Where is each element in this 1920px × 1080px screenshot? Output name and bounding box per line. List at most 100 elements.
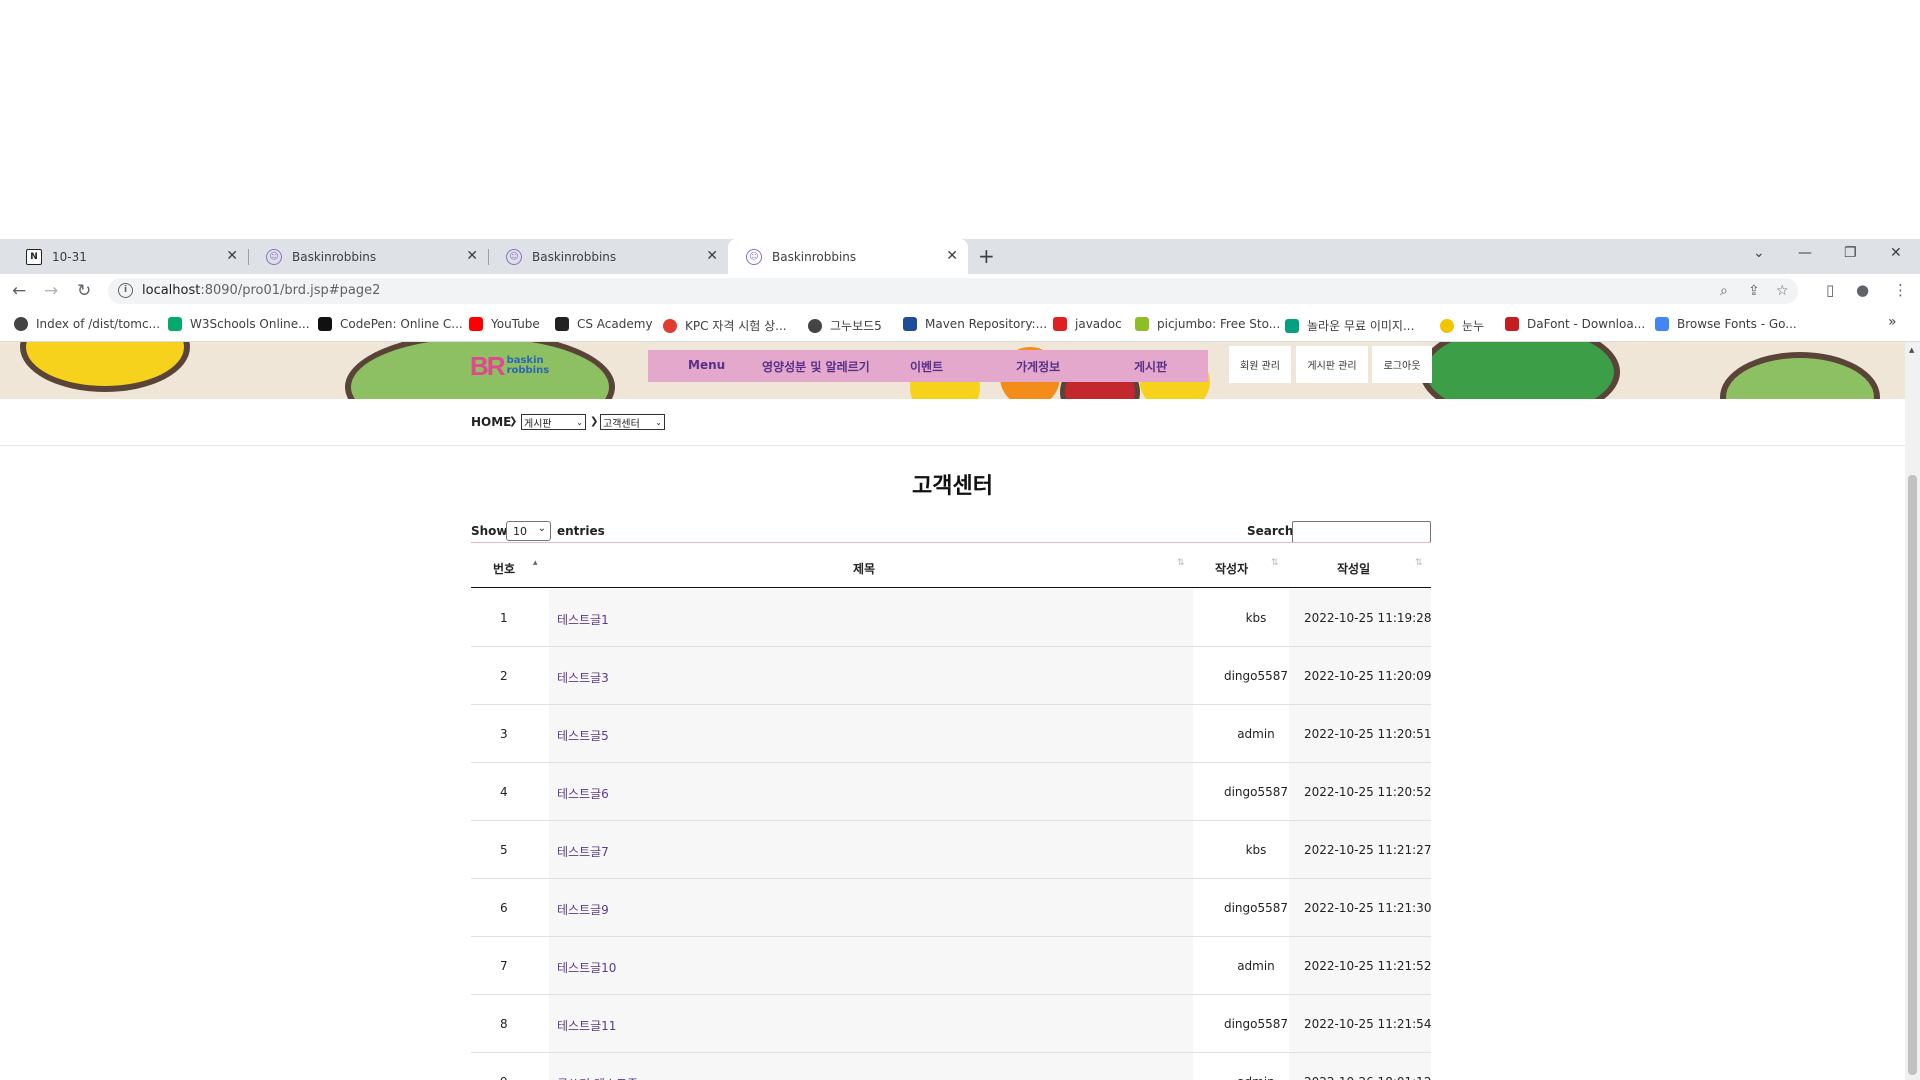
post-title-link[interactable]: 테스트글1 [557,611,609,628]
side-panel-icon[interactable]: ▯ [1826,281,1834,299]
forward-arrow-icon[interactable]: → [44,281,58,301]
cell-date: 2022-10-25 11:21:27 [1304,843,1432,857]
scrollbar-thumb[interactable] [1908,475,1917,1075]
tab-4-active[interactable]: ☺ Baskinrobbins ✕ [728,239,968,274]
post-title-link[interactable]: 테스트글10 [557,959,616,976]
post-title-link[interactable]: 글쓰기 테스트중 [557,1075,638,1080]
bookmark-item[interactable]: 놀라운 무료 이미지... [1285,317,1414,334]
post-title-link[interactable]: 테스트글5 [557,727,609,744]
url-text[interactable]: localhost:8090/pro01/brd.jsp#page2 [142,283,380,298]
post-title-link[interactable]: 테스트글9 [557,901,609,918]
close-icon[interactable]: ✕ [466,248,478,264]
table-row[interactable]: 9 글쓰기 테스트중 admin2022-10-26 18:01:12 [471,1053,1431,1080]
cell-author: dingo5587 [1223,669,1289,683]
zoom-icon[interactable]: ⌕ [1720,283,1728,299]
entries-select[interactable]: 10 ⌄ [506,521,551,541]
show-label: Show [471,524,508,538]
nav-menu[interactable]: Menu [688,358,725,372]
bookmark-item[interactable]: javadoc [1053,317,1122,331]
bookmark-item[interactable]: Browse Fonts - Go... [1655,317,1797,331]
board-admin-button[interactable]: 게시판 관리 [1296,346,1368,383]
restore-icon[interactable]: ❐ [1844,245,1857,261]
share-icon[interactable]: ⇪ [1748,283,1760,299]
globe-icon [808,318,822,333]
cs-academy-icon [555,317,569,331]
bookmark-item[interactable]: KPC 자격 시험 상... [663,317,787,334]
br-icon: ☺ [746,248,762,265]
baskinrobbins-logo[interactable]: BR baskin robbins [470,348,570,384]
post-title-link[interactable]: 테스트글7 [557,843,609,860]
tab-1[interactable]: N 10-31 ✕ [8,239,249,274]
menu-kebab-icon[interactable]: ⋮ [1893,281,1908,299]
table-row[interactable]: 4 테스트글6 dingo5587 2022-10-25 11:20:52 [471,763,1431,821]
close-icon[interactable]: ✕ [946,248,958,264]
cell-author: dingo5587 [1223,1017,1289,1031]
javadoc-icon [1053,317,1067,331]
minimize-icon[interactable]: — [1798,245,1812,261]
back-arrow-icon[interactable]: ← [12,281,26,301]
reload-icon[interactable]: ↻ [77,281,91,301]
cell-number: 8 [500,1017,508,1031]
bookmark-item[interactable]: W3Schools Online... [168,317,310,331]
cell-author: kbs [1245,843,1267,857]
window-close-icon[interactable]: ✕ [1890,245,1902,261]
bookmark-star-icon[interactable]: ☆ [1776,283,1789,299]
cell-author: dingo5587 [1223,785,1289,799]
new-tab-plus-icon[interactable]: + [978,244,995,268]
column-header-title[interactable]: 제목 [853,560,875,577]
tab-search-chevron-icon[interactable]: ⌄ [1753,245,1765,261]
table-row[interactable]: 5 테스트글7 kbs 2022-10-25 11:21:27 [471,821,1431,879]
cell-author: dingo5587 [1223,901,1289,915]
tab-3[interactable]: ☺ Baskinrobbins ✕ [488,239,728,274]
cell-date: 2022-10-25 11:20:51 [1304,727,1432,741]
address-bar[interactable]: i localhost:8090/pro01/brd.jsp#page2 ⌕ ⇪… [108,278,1798,304]
close-icon[interactable]: ✕ [706,248,718,264]
column-header-author[interactable]: 작성자 [1215,560,1248,577]
nav-store-info[interactable]: 가게정보 [1016,358,1060,375]
title-cell-bg [549,879,1193,936]
title-cell-bg [549,821,1193,878]
nav-event[interactable]: 이벤트 [910,358,943,375]
table-row[interactable]: 1 테스트글1 kbs 2022-10-25 11:19:28 [471,589,1431,647]
scroll-up-arrow-icon[interactable]: ▲ [1909,346,1914,354]
bookmark-item[interactable]: YouTube [469,317,540,331]
bookmark-item[interactable]: 그누보드5 [808,317,882,334]
bookmark-item[interactable]: DaFont - Downloa... [1505,317,1645,331]
column-header-date[interactable]: 작성일 [1337,560,1370,577]
table-row[interactable]: 7 테스트글10 admin 2022-10-25 11:21:52 [471,937,1431,995]
table-row[interactable]: 6 테스트글9 dingo5587 2022-10-25 11:21:30 [471,879,1431,937]
bookmark-item[interactable]: Maven Repository:... [903,317,1047,331]
br-icon: ☺ [506,248,522,265]
bookmark-item[interactable]: CodePen: Online C... [318,317,463,331]
profile-avatar-icon[interactable]: ● [1856,281,1869,299]
table-row[interactable]: 8 테스트글11 dingo5587 2022-10-25 11:21:54 [471,995,1431,1053]
close-icon[interactable]: ✕ [226,248,238,264]
page-scrollbar[interactable]: ▲ [1905,342,1920,1080]
decor-shape [1420,342,1620,399]
nav-board[interactable]: 게시판 [1134,358,1167,375]
column-header-number[interactable]: 번호 [493,560,515,577]
breadcrumb-select-customer-center[interactable]: 고객센터 ⌄ [600,414,665,430]
breadcrumb-home[interactable]: HOME [471,415,511,429]
logo-mark: BR [470,350,506,381]
more-bookmarks-icon[interactable]: » [1888,314,1897,330]
site-info-icon[interactable]: i [118,283,133,298]
tab-title: Baskinrobbins [292,249,377,264]
post-title-link[interactable]: 테스트글11 [557,1017,616,1034]
breadcrumb-select-board[interactable]: 게시판 ⌄ [521,414,586,430]
codepen-icon [318,317,332,331]
table-row[interactable]: 3 테스트글5 admin 2022-10-25 11:20:51 [471,705,1431,763]
member-admin-button[interactable]: 회원 관리 [1229,346,1291,383]
logout-button[interactable]: 로그아웃 [1372,346,1432,383]
bookmark-item[interactable]: Index of /dist/tomc... [14,317,160,331]
bookmark-item[interactable]: 눈누 [1440,317,1484,334]
table-row[interactable]: 2 테스트글3 dingo5587 2022-10-25 11:20:09 [471,647,1431,705]
post-title-link[interactable]: 테스트글6 [557,785,609,802]
search-input[interactable] [1292,521,1431,543]
cell-author: admin [1206,1075,1306,1080]
nav-nutrition[interactable]: 영양성분 및 알레르기 [762,358,870,375]
bookmark-item[interactable]: CS Academy [555,317,653,331]
tab-2[interactable]: ☺ Baskinrobbins ✕ [248,239,489,274]
post-title-link[interactable]: 테스트글3 [557,669,609,686]
bookmark-item[interactable]: picjumbo: Free Sto... [1135,317,1280,331]
